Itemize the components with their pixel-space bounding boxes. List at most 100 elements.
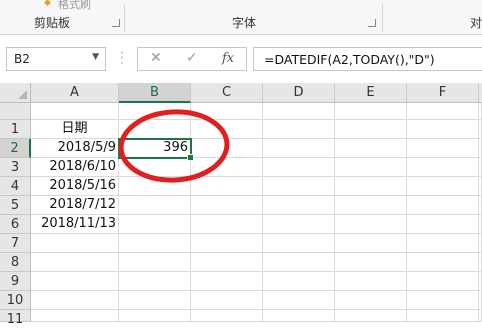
spreadsheet-grid[interactable]: A B C D E F 1 2 3 4 5 6 7 8 9 10 11 日期 20… (0, 83, 482, 327)
cell-f4[interactable] (407, 177, 479, 196)
column-header-e[interactable]: E (335, 83, 407, 103)
cell-f7[interactable] (407, 234, 479, 253)
row-header-3[interactable]: 3 (0, 158, 31, 177)
cell-a2[interactable]: 2018/5/9 (31, 139, 119, 158)
cell-e4[interactable] (335, 177, 407, 196)
cell-d10[interactable] (263, 291, 335, 310)
enter-icon[interactable]: ✓ (186, 50, 198, 66)
cell-a5[interactable]: 2018/7/12 (31, 196, 119, 215)
cell-f6[interactable] (407, 215, 479, 234)
clipboard-dialog-launcher-icon[interactable] (112, 19, 120, 27)
cell-b11[interactable] (119, 310, 191, 322)
column-header-f[interactable]: F (407, 83, 479, 103)
column-header-d[interactable]: D (263, 83, 335, 103)
cell-a4[interactable]: 2018/5/16 (31, 177, 119, 196)
row-header-4[interactable]: 4 (0, 177, 31, 196)
cell-d9[interactable] (263, 272, 335, 291)
cell-d8[interactable] (263, 253, 335, 272)
formula-bar-resize-handle[interactable]: · · · (120, 47, 124, 69)
cell-e2[interactable] (335, 139, 407, 158)
cell-e3[interactable] (335, 158, 407, 177)
format-painter-icon[interactable]: ◆ (44, 0, 51, 8)
formula-input[interactable]: =DATEDIF(A2,TODAY(),"D") (253, 47, 482, 71)
cell-e6[interactable] (335, 215, 407, 234)
cell-c3[interactable] (191, 158, 263, 177)
cell-b1[interactable] (119, 120, 191, 139)
formula-buttons: ✕ ✓ fx (137, 47, 247, 71)
cell-b6[interactable] (119, 215, 191, 234)
select-all-button[interactable] (0, 83, 31, 103)
cell-f9[interactable] (407, 272, 479, 291)
cell-f1[interactable] (407, 120, 479, 139)
row-header-6[interactable]: 6 (0, 215, 31, 234)
row-header-2[interactable]: 2 (0, 139, 31, 158)
cell-a10[interactable] (31, 291, 119, 310)
name-box[interactable]: B2 ▼ (6, 47, 106, 71)
cell-a9[interactable] (31, 272, 119, 291)
cell-b5[interactable] (119, 196, 191, 215)
cell-e8[interactable] (335, 253, 407, 272)
cell-d3[interactable] (263, 158, 335, 177)
cancel-icon[interactable]: ✕ (150, 50, 162, 66)
row-header-10[interactable]: 10 (0, 291, 31, 310)
cell-e10[interactable] (335, 291, 407, 310)
cell-d4[interactable] (263, 177, 335, 196)
grid-gap-cell (119, 103, 191, 120)
cell-a11[interactable] (31, 310, 119, 322)
cell-a6[interactable]: 2018/11/13 (31, 215, 119, 234)
cell-c1[interactable] (191, 120, 263, 139)
cell-f8[interactable] (407, 253, 479, 272)
cell-b3[interactable] (119, 158, 191, 177)
cell-c10[interactable] (191, 291, 263, 310)
row-header-8[interactable]: 8 (0, 253, 31, 272)
cell-f3[interactable] (407, 158, 479, 177)
cell-c9[interactable] (191, 272, 263, 291)
cell-d1[interactable] (263, 120, 335, 139)
cell-e7[interactable] (335, 234, 407, 253)
cell-b7[interactable] (119, 234, 191, 253)
cell-c11[interactable] (191, 310, 263, 322)
column-header-b[interactable]: B (119, 83, 191, 103)
cell-f10[interactable] (407, 291, 479, 310)
cell-b10[interactable] (119, 291, 191, 310)
cell-c6[interactable] (191, 215, 263, 234)
cell-c5[interactable] (191, 196, 263, 215)
cell-e9[interactable] (335, 272, 407, 291)
row-header-1[interactable]: 1 (0, 120, 31, 139)
cell-a1[interactable]: 日期 (31, 120, 119, 139)
cell-a3[interactable]: 2018/6/10 (31, 158, 119, 177)
cell-c8[interactable] (191, 253, 263, 272)
cell-e5[interactable] (335, 196, 407, 215)
cell-f2[interactable] (407, 139, 479, 158)
cell-c2[interactable] (191, 139, 263, 158)
format-painter-label[interactable]: 格式刷 (58, 0, 91, 12)
insert-function-icon[interactable]: fx (222, 51, 234, 66)
cell-e1[interactable] (335, 120, 407, 139)
cell-d11[interactable] (263, 310, 335, 322)
cell-value: 2018/6/10 (49, 159, 116, 174)
cell-d5[interactable] (263, 196, 335, 215)
chevron-down-icon[interactable]: ▼ (92, 52, 99, 62)
cell-e11[interactable] (335, 310, 407, 322)
cell-value: 2018/7/12 (49, 197, 116, 212)
cell-f5[interactable] (407, 196, 479, 215)
cell-b2[interactable]: 396 (119, 139, 191, 158)
row-header-11[interactable]: 11 (0, 310, 31, 327)
column-header-a[interactable]: A (31, 83, 119, 103)
cell-b8[interactable] (119, 253, 191, 272)
cell-c7[interactable] (191, 234, 263, 253)
font-dialog-launcher-icon[interactable] (368, 19, 376, 27)
cell-d2[interactable] (263, 139, 335, 158)
cell-a7[interactable] (31, 234, 119, 253)
row-header-5[interactable]: 5 (0, 196, 31, 215)
cell-a8[interactable] (31, 253, 119, 272)
cell-b9[interactable] (119, 272, 191, 291)
cell-d6[interactable] (263, 215, 335, 234)
row-header-9[interactable]: 9 (0, 272, 31, 291)
cell-d7[interactable] (263, 234, 335, 253)
cell-f11[interactable] (407, 310, 479, 322)
cell-c4[interactable] (191, 177, 263, 196)
cell-b4[interactable] (119, 177, 191, 196)
column-header-c[interactable]: C (191, 83, 263, 103)
row-header-7[interactable]: 7 (0, 234, 31, 253)
